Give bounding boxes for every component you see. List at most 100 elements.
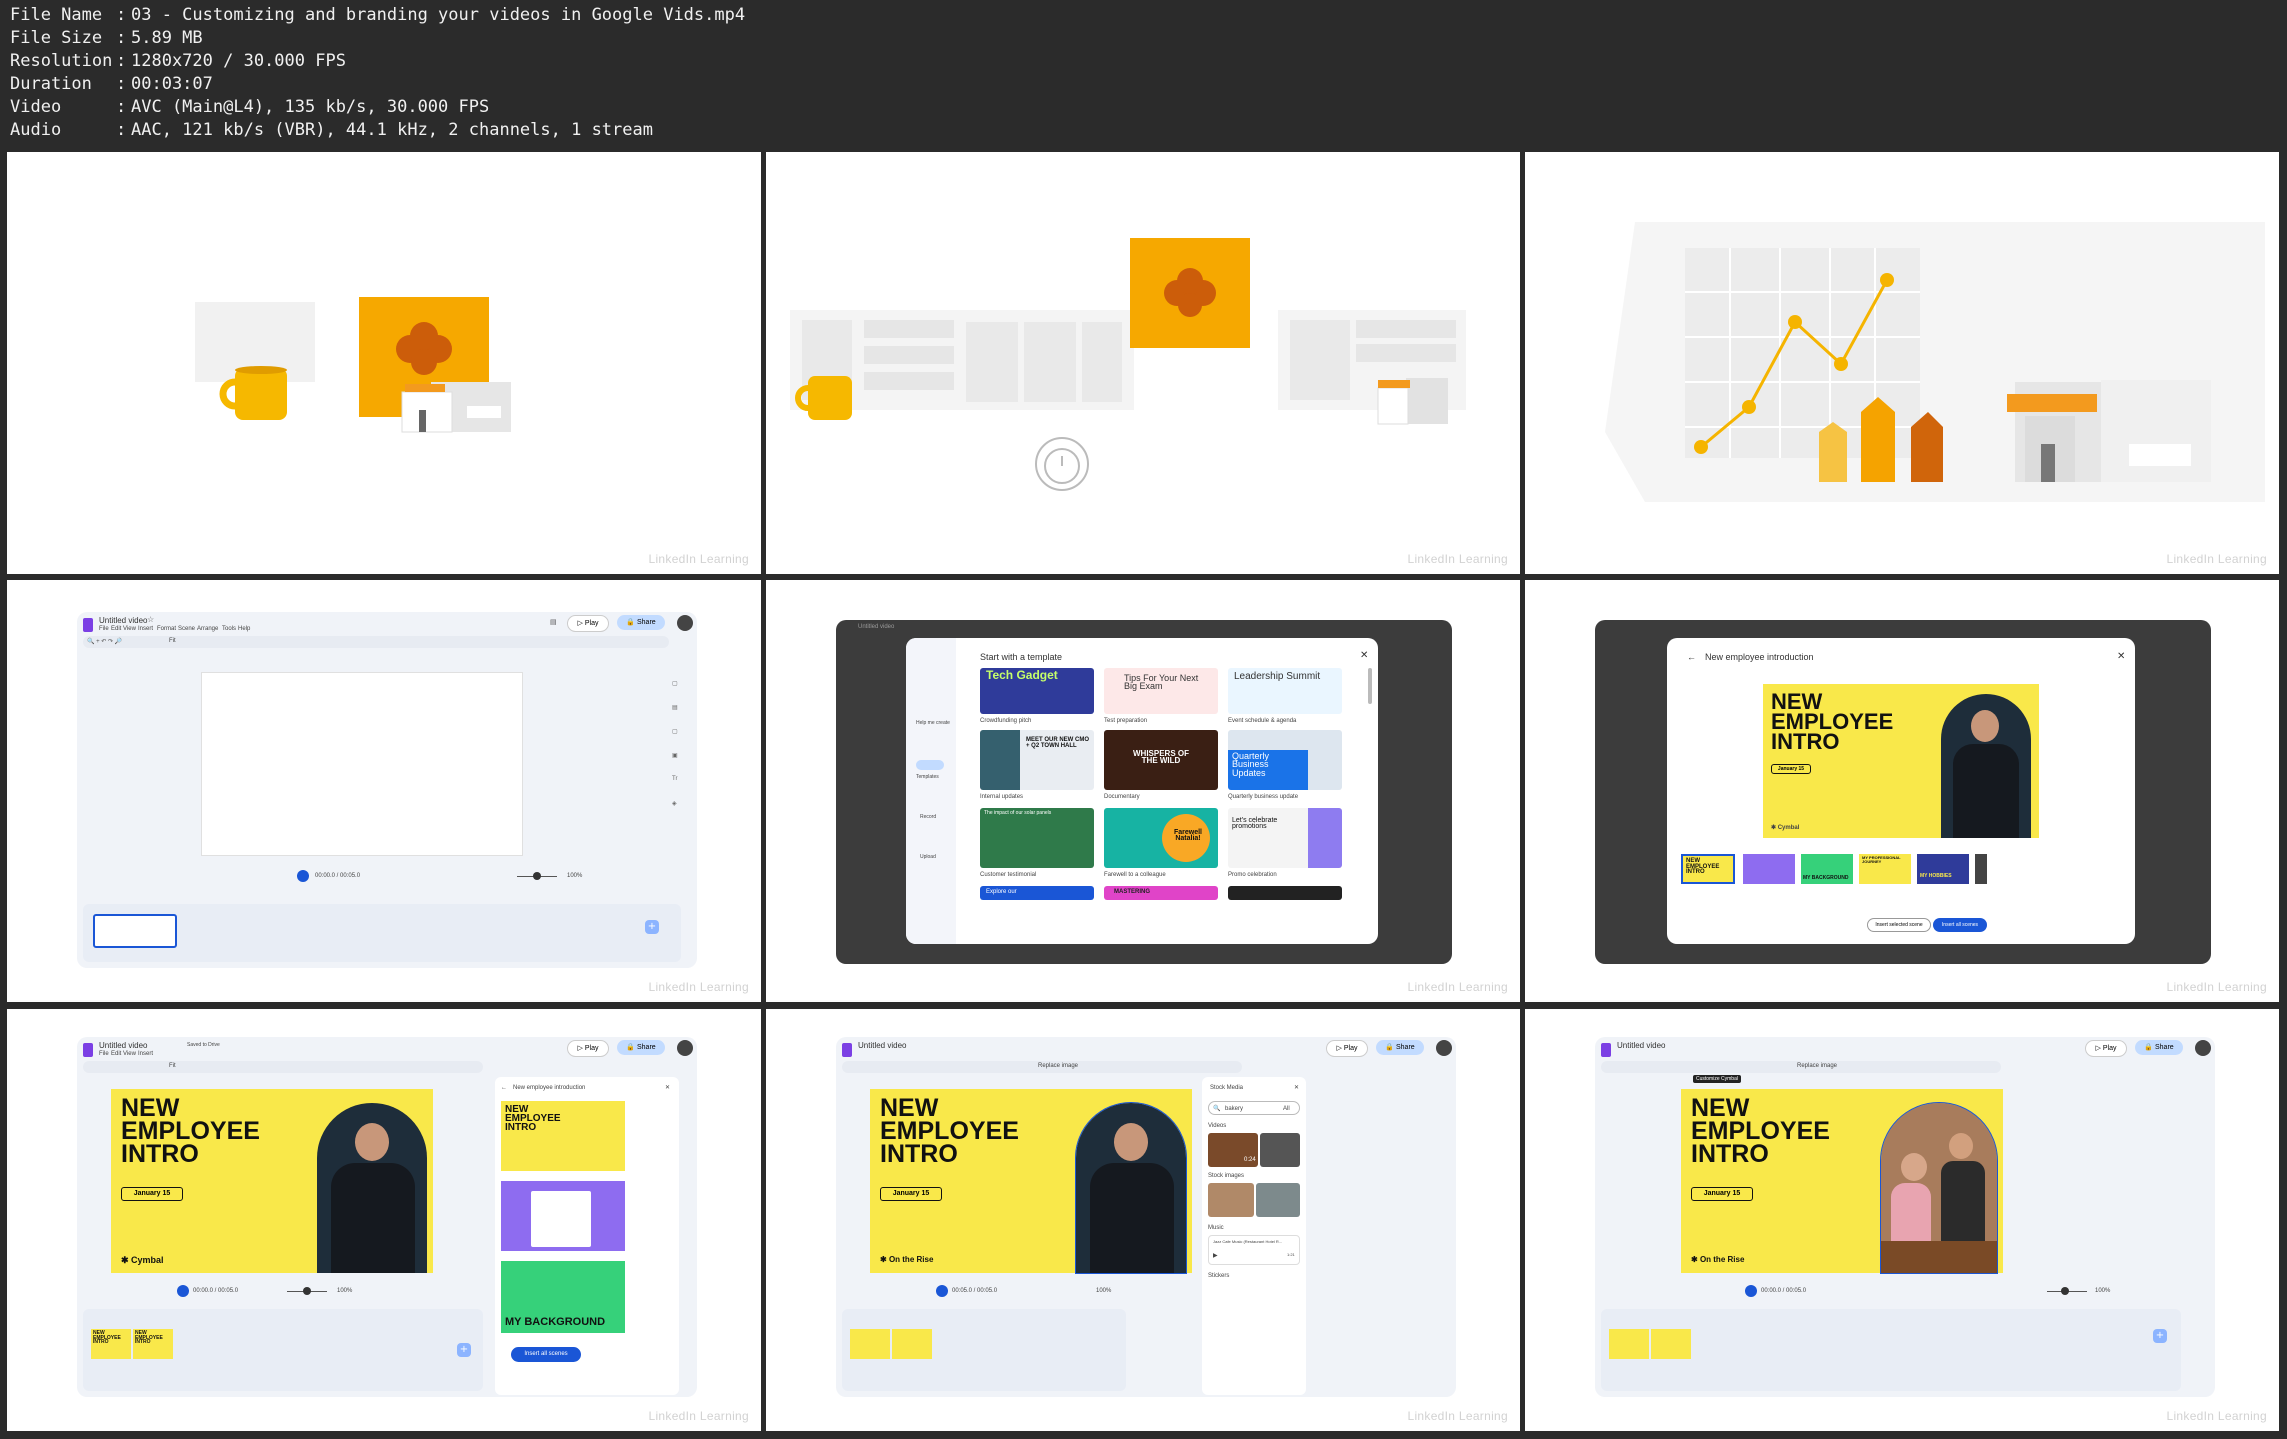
menu-insert[interactable]: Insert xyxy=(138,1051,153,1057)
template-tile[interactable]: Tips For Your Next Big Exam xyxy=(1104,668,1218,714)
close-icon[interactable]: ✕ xyxy=(1360,650,1368,661)
share-button[interactable]: 🔒 Share xyxy=(617,615,665,630)
scene-thumb-selected[interactable]: NEW EMPLOYEE INTRO xyxy=(1681,854,1735,884)
rail-icon[interactable]: Tr xyxy=(672,776,677,782)
menu-help[interactable]: Help xyxy=(238,626,250,632)
scene-thumb[interactable]: MY PROFESSIONAL JOURNEY xyxy=(1859,854,1911,884)
template-tile[interactable]: Tech Gadget xyxy=(980,668,1094,714)
doc-title[interactable]: Untitled video xyxy=(1617,1041,1665,1050)
canvas[interactable] xyxy=(201,672,523,856)
menu-file[interactable]: File xyxy=(99,626,109,632)
menu-view[interactable]: View xyxy=(123,626,136,632)
replace-image-button[interactable]: Replace image xyxy=(1038,1063,1078,1069)
comment-icon[interactable]: ▤ xyxy=(550,618,557,626)
stock-image-thumb[interactable] xyxy=(1208,1183,1254,1217)
play-button[interactable]: ▷ Play xyxy=(1326,1040,1368,1057)
panel-scene-thumb[interactable]: NEW EMPLOYEE INTRO xyxy=(501,1101,625,1171)
zoom-slider-handle[interactable] xyxy=(533,872,541,880)
rail-icon[interactable]: ▢ xyxy=(672,728,678,735)
rail-icon[interactable]: ▤ xyxy=(672,704,678,711)
avatar[interactable] xyxy=(677,615,693,631)
rail-icon[interactable]: ▢ xyxy=(672,680,678,687)
stock-image-thumb[interactable] xyxy=(1256,1183,1300,1217)
play-icon[interactable]: ▶ xyxy=(1213,1252,1218,1259)
doc-title[interactable]: Untitled video xyxy=(99,1041,147,1050)
close-icon[interactable]: ✕ xyxy=(2117,651,2125,662)
share-button[interactable]: 🔒 Share xyxy=(2135,1040,2183,1055)
add-scene-button[interactable]: + xyxy=(457,1343,471,1357)
scene-thumb[interactable]: MY BACKGROUND xyxy=(1801,854,1853,884)
template-tile[interactable]: MASTERING xyxy=(1104,886,1218,900)
timeline-scene[interactable] xyxy=(1609,1329,1649,1359)
doc-title[interactable]: Untitled video xyxy=(858,1041,906,1050)
zoom-fit[interactable]: Fit xyxy=(169,638,176,644)
toolbar-icons[interactable]: 🔍 + ↶ ↷ 🔎 xyxy=(87,638,122,645)
music-item[interactable]: Jazz Cafe Music (Restaurant Hotel R... ▶… xyxy=(1208,1235,1300,1265)
templates-item[interactable]: Templates xyxy=(916,774,939,780)
canvas-intro-scene[interactable]: NEW EMPLOYEE INTRO January 15 ✱ Cymbal xyxy=(111,1089,433,1273)
scene-thumb[interactable] xyxy=(1743,854,1795,884)
zoom-percent[interactable]: 100% xyxy=(567,873,582,879)
menu-edit[interactable]: Edit xyxy=(111,626,121,632)
template-tile[interactable]: Quarterly Business Updates xyxy=(1228,730,1342,790)
doc-title[interactable]: Untitled video xyxy=(99,616,147,625)
scrollbar[interactable] xyxy=(1368,668,1372,704)
menu-tools[interactable]: Tools xyxy=(222,626,236,632)
insert-selected-scene-button[interactable]: Insert selected scene xyxy=(1867,918,1931,932)
play-button[interactable]: ▷ Play xyxy=(567,615,609,632)
insert-all-scenes-button[interactable]: Insert all scenes xyxy=(511,1347,581,1362)
template-tile[interactable]: The impact of our solar panels xyxy=(980,808,1094,868)
template-tile[interactable]: Explore our xyxy=(980,886,1094,900)
zoom-fit[interactable]: Fit xyxy=(169,1063,176,1069)
stock-search-input[interactable]: 🔍 bakery All xyxy=(1208,1101,1300,1115)
template-tile[interactable] xyxy=(1228,886,1342,900)
play-circle-button[interactable] xyxy=(936,1285,948,1297)
replace-image-button[interactable]: Replace image xyxy=(1797,1063,1837,1069)
bakery-photo-selected[interactable] xyxy=(1880,1102,1998,1274)
menu-file[interactable]: File xyxy=(99,1051,109,1057)
back-arrow-icon[interactable]: ← xyxy=(1687,652,1696,662)
zoom-percent[interactable]: 100% xyxy=(337,1288,352,1294)
timeline-scene[interactable] xyxy=(1651,1329,1691,1359)
empty-scene-slot[interactable] xyxy=(93,914,177,948)
menu-scene[interactable]: Scene xyxy=(178,626,195,632)
template-tile[interactable]: WHISPERS OF THE WILD xyxy=(1104,730,1218,790)
avatar[interactable] xyxy=(1436,1040,1452,1056)
scene-thumb[interactable]: MY HOBBIES xyxy=(1917,854,1969,884)
scene-thumb[interactable] xyxy=(1975,854,1987,884)
share-button[interactable]: 🔒 Share xyxy=(1376,1040,1424,1055)
zoom-slider-handle[interactable] xyxy=(303,1287,311,1295)
zoom-percent[interactable]: 100% xyxy=(1096,1288,1111,1294)
rail-icon[interactable]: ▣ xyxy=(672,752,678,759)
timeline-scene[interactable] xyxy=(850,1329,890,1359)
close-icon[interactable]: ✕ xyxy=(665,1084,670,1091)
menu-insert[interactable]: Insert xyxy=(138,626,153,632)
employee-photo-selected[interactable] xyxy=(1075,1102,1187,1274)
play-circle-button[interactable] xyxy=(177,1285,189,1297)
menu-view[interactable]: View xyxy=(123,1051,136,1057)
back-arrow-icon[interactable]: ← xyxy=(501,1085,507,1091)
template-tile[interactable]: Farewell Natalia! xyxy=(1104,808,1218,868)
add-scene-button[interactable]: + xyxy=(645,920,659,934)
timeline-scene[interactable]: NEW EMPLOYEE INTRO xyxy=(133,1329,173,1359)
templates-item-pill[interactable] xyxy=(916,760,944,770)
panel-scene-thumb[interactable] xyxy=(501,1181,625,1251)
canvas-intro-scene[interactable]: NEW EMPLOYEE INTRO January 15 ✱ On the R… xyxy=(1681,1089,2003,1274)
menu-arrange[interactable]: Arrange xyxy=(197,626,218,632)
avatar[interactable] xyxy=(2195,1040,2211,1056)
share-button[interactable]: 🔒 Share xyxy=(617,1040,665,1055)
record-item[interactable]: Record xyxy=(920,814,936,820)
play-circle-button[interactable] xyxy=(1745,1285,1757,1297)
upload-item[interactable]: Upload xyxy=(920,854,936,860)
close-icon[interactable]: ✕ xyxy=(1294,1084,1299,1091)
filter-dropdown[interactable]: All xyxy=(1283,1106,1290,1112)
panel-scene-thumb[interactable]: MY BACKGROUND xyxy=(501,1261,625,1333)
stock-video-thumb[interactable]: 0:24 xyxy=(1208,1133,1258,1167)
zoom-slider-handle[interactable] xyxy=(2061,1287,2069,1295)
insert-all-scenes-button[interactable]: Insert all scenes xyxy=(1933,918,1987,932)
menu-edit[interactable]: Edit xyxy=(111,1051,121,1057)
play-button[interactable]: ▷ Play xyxy=(2085,1040,2127,1057)
menu-format[interactable]: Format xyxy=(157,626,176,632)
template-tile[interactable]: Leadership Summit xyxy=(1228,668,1342,714)
zoom-percent[interactable]: 100% xyxy=(2095,1288,2110,1294)
